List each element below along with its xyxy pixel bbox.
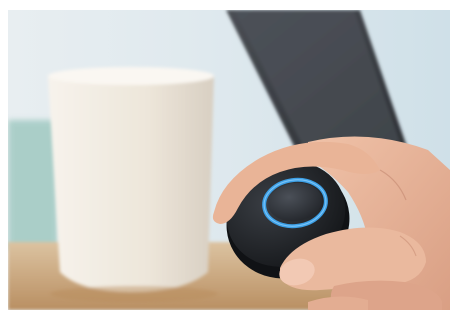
background-teal-blur [8, 120, 58, 250]
coffee-mug [48, 67, 218, 302]
product-photo [8, 10, 450, 310]
image-frame [0, 0, 454, 314]
